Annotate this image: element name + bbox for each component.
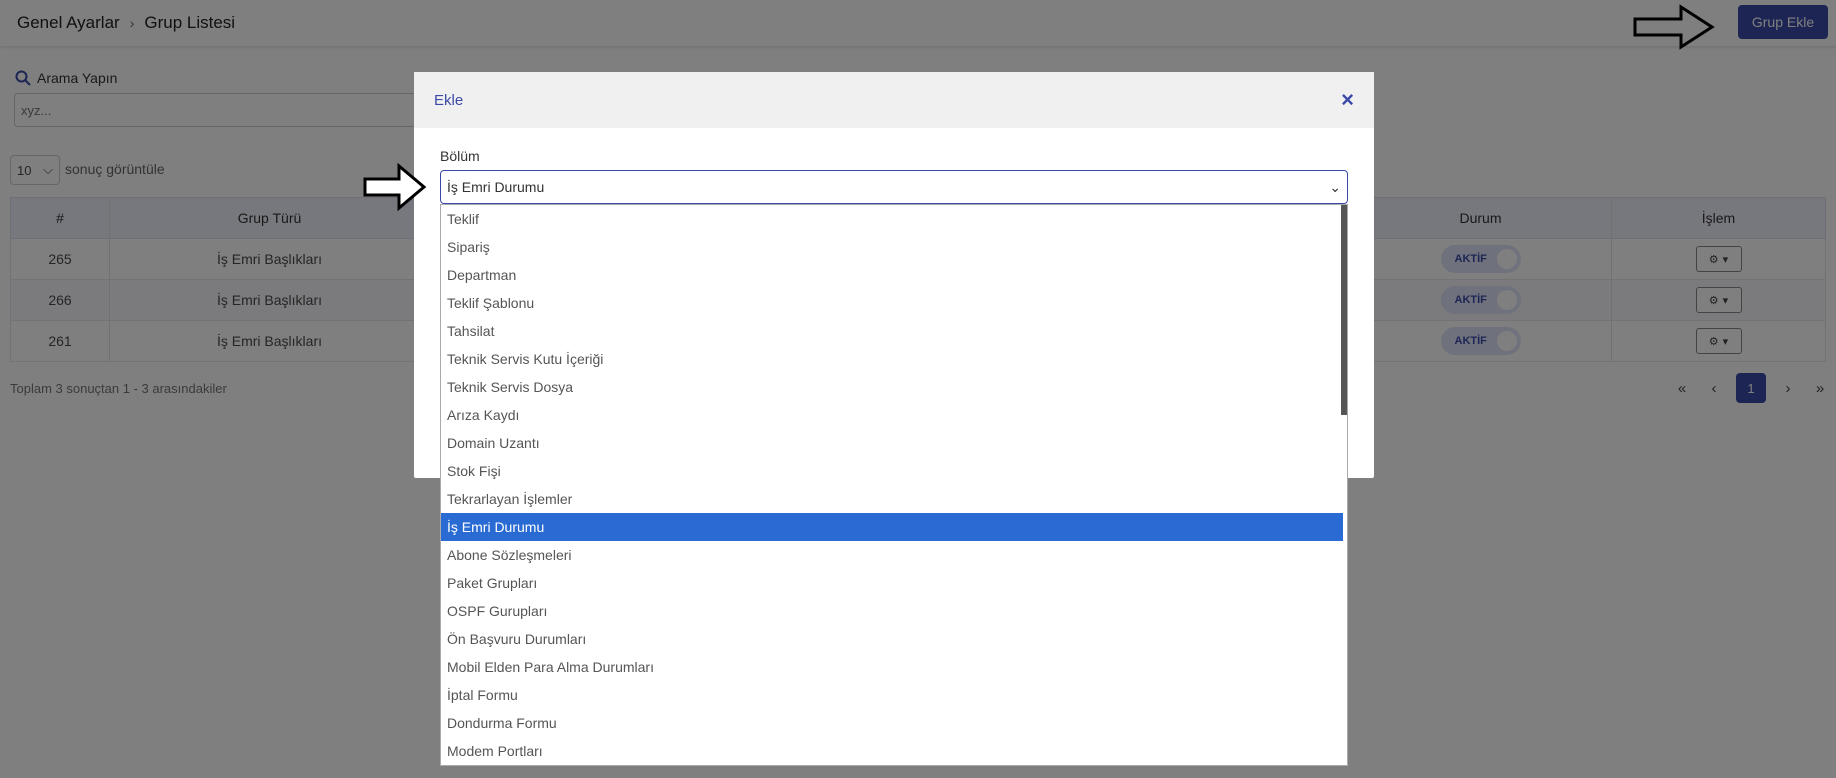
option-item[interactable]: Arıza Kaydı <box>441 401 1343 429</box>
section-field-label: Bölüm <box>440 148 480 164</box>
option-item[interactable]: Departman <box>441 261 1343 289</box>
dropdown-scrollbar[interactable] <box>1341 205 1347 415</box>
arrow-right-icon <box>363 162 427 212</box>
option-item[interactable]: OSPF Gurupları <box>441 597 1343 625</box>
option-item[interactable]: Stok Fişi <box>441 457 1343 485</box>
option-item[interactable]: Teknik Servis Kutu İçeriği <box>441 345 1343 373</box>
option-item[interactable]: Teklif <box>441 205 1343 233</box>
option-item[interactable]: Tekrarlayan İşlemler <box>441 485 1343 513</box>
section-select-value: İş Emri Durumu <box>447 179 545 195</box>
option-item[interactable]: Modem Portları <box>441 737 1343 765</box>
modal-title: Ekle <box>434 91 464 109</box>
section-select[interactable]: İş Emri Durumu ⌄ <box>440 170 1348 204</box>
close-icon[interactable]: × <box>1341 87 1354 113</box>
option-item-selected[interactable]: İş Emri Durumu <box>441 513 1343 541</box>
option-item[interactable]: Teklif Şablonu <box>441 289 1343 317</box>
option-item[interactable]: Sipariş <box>441 233 1343 261</box>
section-options-list[interactable]: Teklif Sipariş Departman Teklif Şablonu … <box>440 204 1348 766</box>
option-item[interactable]: Mobil Elden Para Alma Durumları <box>441 653 1343 681</box>
modal-header: Ekle × <box>414 72 1374 128</box>
option-item[interactable]: Dondurma Formu <box>441 709 1343 737</box>
option-item[interactable]: Teknik Servis Dosya <box>441 373 1343 401</box>
chevron-down-icon: ⌄ <box>1329 178 1341 195</box>
option-item[interactable]: Tahsilat <box>441 317 1343 345</box>
option-item[interactable]: Abone Sözleşmeleri <box>441 541 1343 569</box>
option-item[interactable]: Paket Grupları <box>441 569 1343 597</box>
option-item[interactable]: Ön Başvuru Durumları <box>441 625 1343 653</box>
option-item[interactable]: İptal Formu <box>441 681 1343 709</box>
option-item[interactable]: Domain Uzantı <box>441 429 1343 457</box>
